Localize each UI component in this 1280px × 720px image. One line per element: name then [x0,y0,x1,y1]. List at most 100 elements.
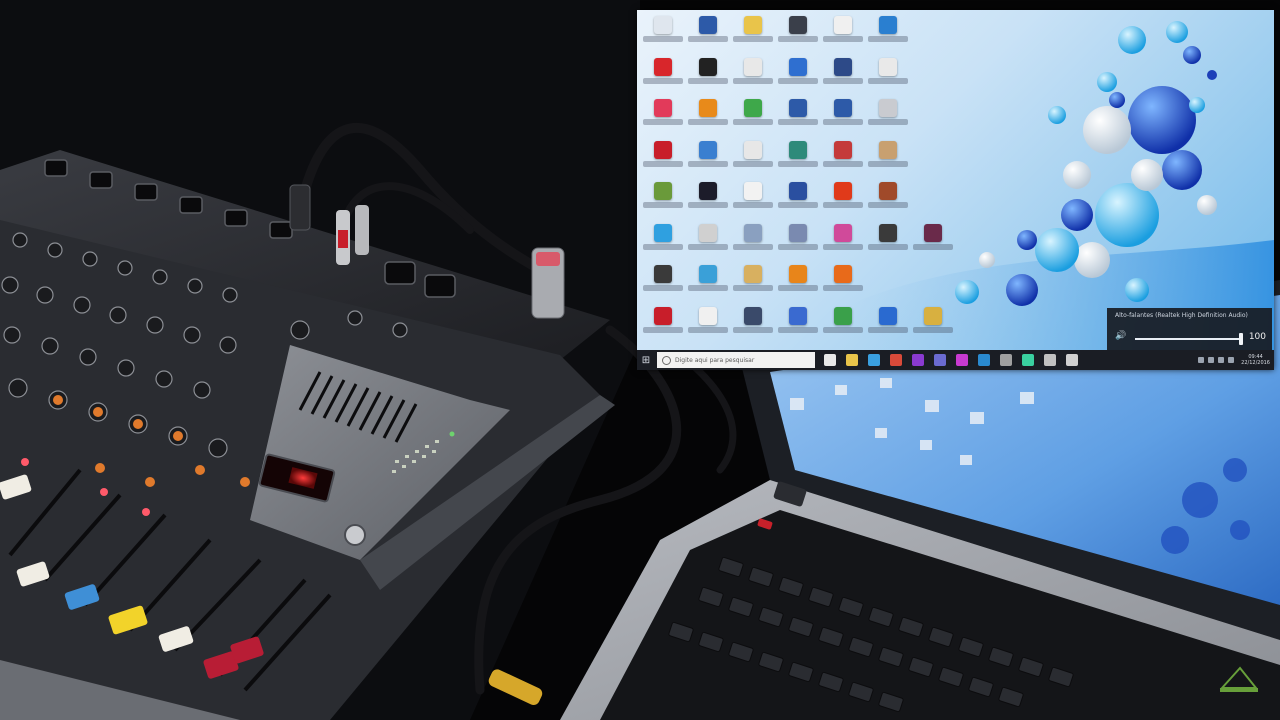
desktop-icon[interactable] [731,57,775,98]
app-icon [654,223,672,242]
icon-caption [868,119,908,125]
icon-caption [778,77,818,84]
app-icon [699,306,717,325]
taskbar-app-icon[interactable] [1066,354,1078,366]
volume-slider[interactable] [1135,333,1243,345]
app-icon [789,16,807,34]
app-icon [834,306,852,325]
desktop-icon[interactable] [776,182,820,222]
desktop-icon[interactable] [821,57,865,98]
desktop-icon[interactable] [731,99,775,139]
desktop-icon[interactable] [776,99,820,139]
desktop-icon[interactable] [686,16,730,56]
icon-caption [823,243,863,250]
desktop-icon[interactable] [641,306,685,347]
app-icon [789,306,807,325]
desktop-icon[interactable] [686,99,730,139]
desktop-screenshot-inset: Alto-falantes (Realtek High Definition A… [637,10,1274,370]
taskbar-app-icon[interactable] [824,354,836,366]
icon-caption [823,326,863,333]
audio-device-label: Alto-falantes (Realtek High Definition A… [1115,312,1248,319]
start-button[interactable]: ⊞ [637,350,655,370]
desktop-icon[interactable] [776,16,820,56]
search-placeholder: Digite aqui para pesquisar [675,356,755,364]
taskbar-app-icon[interactable] [1044,354,1056,366]
taskbar-app-icon[interactable] [912,354,924,366]
taskbar-app-icon[interactable] [868,354,880,366]
network-icon[interactable] [1208,357,1215,363]
desktop-icon[interactable] [731,140,775,181]
desktop-icon[interactable] [686,57,730,98]
app-icon [924,306,942,325]
app-icon [834,182,852,200]
desktop-icon[interactable] [731,182,775,222]
desktop-icon[interactable] [821,306,865,347]
desktop-icon[interactable] [686,265,730,305]
icon-caption [823,285,863,291]
app-icon [879,140,897,159]
desktop-icon[interactable] [866,223,910,264]
desktop-icon[interactable] [641,265,685,305]
desktop-icon[interactable] [776,223,820,264]
desktop-icon[interactable] [866,57,910,98]
desktop-icon[interactable] [866,140,910,181]
desktop-icon[interactable] [731,16,775,56]
icon-caption [778,160,818,167]
app-icon [879,223,897,242]
app-icon [699,99,717,117]
desktop-icon[interactable] [821,16,865,56]
icon-caption [733,202,773,208]
volume-tray-icon[interactable] [1218,357,1225,363]
desktop-icon[interactable] [686,306,730,347]
desktop-icon[interactable] [731,306,775,347]
desktop-icon[interactable] [776,140,820,181]
taskbar-app-icon[interactable] [1000,354,1012,366]
app-icon [654,306,672,325]
taskbar-clock[interactable]: 09:44 22/12/2016 [1241,354,1270,366]
icon-caption [643,160,683,167]
desktop-icon[interactable] [641,140,685,181]
volume-flyout[interactable]: Alto-falantes (Realtek High Definition A… [1107,308,1272,352]
desktop-icon[interactable] [821,140,865,181]
desktop-icon[interactable] [821,99,865,139]
notification-icon[interactable] [1228,357,1235,363]
desktop-icon[interactable] [866,99,910,139]
desktop-icon[interactable] [911,223,955,264]
app-icon [879,182,897,200]
desktop-icon[interactable] [641,99,685,139]
taskbar-app-icon[interactable] [890,354,902,366]
taskbar-app-icon[interactable] [1022,354,1034,366]
desktop-icon[interactable] [821,182,865,222]
desktop-icon[interactable] [776,57,820,98]
desktop-icon[interactable] [641,16,685,56]
desktop-icon[interactable] [776,306,820,347]
desktop-icon[interactable] [821,265,865,305]
tray-chevron-icon[interactable] [1198,357,1205,363]
taskbar-app-icon[interactable] [978,354,990,366]
desktop-icon[interactable] [686,140,730,181]
taskbar-app-icon[interactable] [956,354,968,366]
app-icon [879,16,897,34]
desktop-icon[interactable] [641,223,685,264]
desktop-icon[interactable] [821,223,865,264]
desktop-icon[interactable] [866,182,910,222]
desktop-icon[interactable] [911,306,955,347]
app-icon [834,223,852,242]
icon-caption [688,326,728,333]
desktop-icon[interactable] [641,182,685,222]
taskbar-app-icon[interactable] [934,354,946,366]
desktop-icon[interactable] [866,16,910,56]
desktop-icon[interactable] [641,57,685,98]
taskbar-search-box[interactable]: Digite aqui para pesquisar [657,352,815,368]
volume-slider-thumb[interactable] [1239,333,1243,345]
desktop-icon[interactable] [866,306,910,347]
desktop-icon[interactable] [686,223,730,264]
desktop-icon[interactable] [731,223,775,264]
desktop-icon[interactable] [776,265,820,305]
taskbar-app-icon[interactable] [846,354,858,366]
app-icon [789,223,807,242]
desktop-icon[interactable] [731,265,775,305]
speaker-icon[interactable]: 🔊 [1115,331,1126,341]
app-icon [789,99,807,117]
desktop-icon[interactable] [686,182,730,222]
